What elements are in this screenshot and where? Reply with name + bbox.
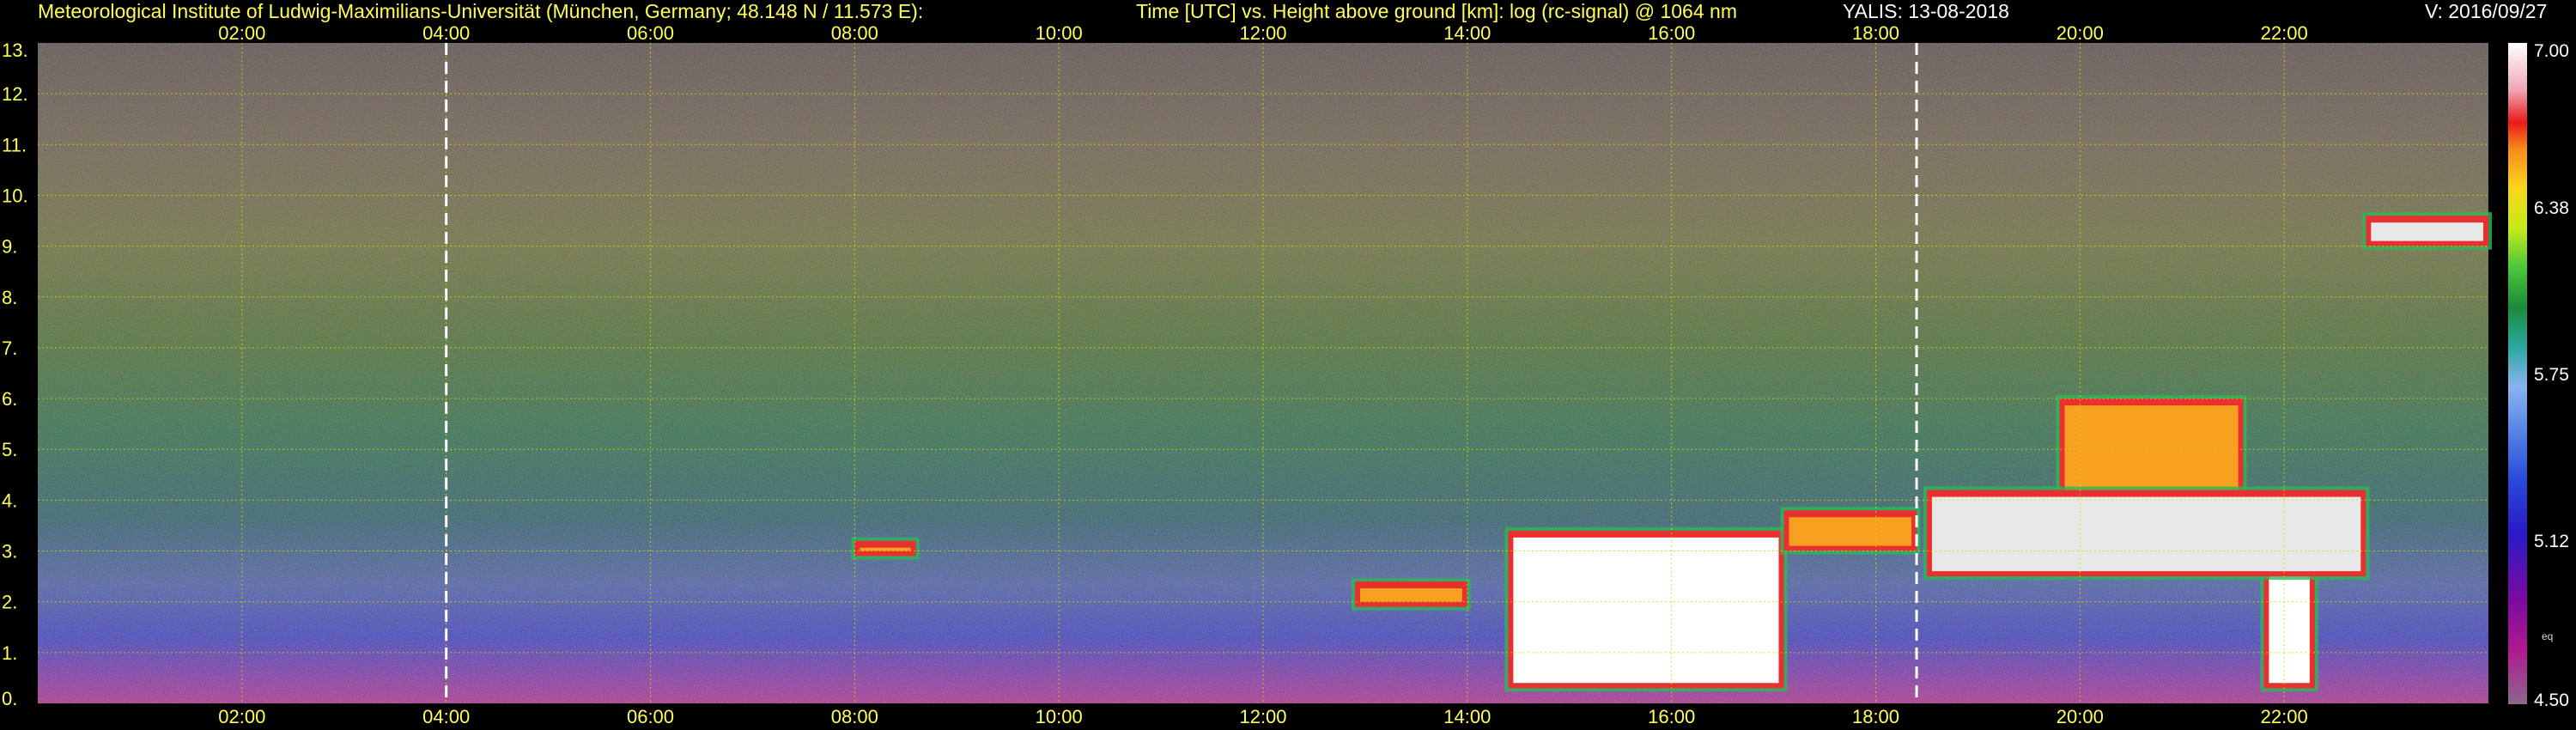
y-tick-label: 3. [2, 541, 17, 563]
plot-area [38, 43, 2492, 703]
x-tick-label-top: 16:00 [1648, 22, 1695, 44]
x-tick-label-bottom: 10:00 [1036, 706, 1083, 727]
x-tick-label-top: 20:00 [2057, 22, 2104, 44]
x-tick-label-bottom: 22:00 [2261, 706, 2308, 727]
x-tick-label-top: 12:00 [1239, 22, 1286, 44]
cloud-feature [860, 547, 911, 551]
y-tick-label: 13. [2, 40, 28, 61]
colorbar-small-label: eq [2542, 630, 2553, 642]
colorbar-tick-label: 7.00 [2534, 41, 2569, 61]
y-tick-label: 11. [2, 134, 27, 155]
x-tick-label-top: 02:00 [218, 22, 265, 44]
y-tick-label: 6. [2, 388, 17, 410]
cloud-feature [1789, 517, 1912, 546]
x-tick-label-bottom: 08:00 [831, 706, 878, 727]
x-tick-label-bottom: 04:00 [422, 706, 470, 727]
x-tick-label-bottom: 02:00 [218, 706, 265, 727]
y-tick-label: 5. [2, 439, 17, 460]
cloud-feature [2064, 405, 2239, 496]
y-tick-label: 7. [2, 338, 17, 359]
lidar-chart: 02:00 04:00 06:00 08:00 10:00 12:00 14:00 16:00… [2, 22, 2569, 727]
x-tick-label-bottom: 14:00 [1443, 706, 1491, 727]
x-tick-label-top: 06:00 [627, 22, 674, 44]
x-tick-label-top: 18:00 [1852, 22, 1899, 44]
x-tick-label-bottom: 06:00 [627, 706, 674, 727]
y-tick-label: 0. [2, 688, 17, 709]
x-tick-label-top: 10:00 [1036, 22, 1083, 44]
cloud-feature [1931, 496, 2361, 572]
cloud-feature [1360, 588, 1462, 602]
y-tick-label: 2. [2, 592, 17, 613]
y-tick-label: 12. [2, 83, 28, 105]
colorbar-tick-label: 6.38 [2534, 198, 2569, 218]
x-tick-label-top: 14:00 [1443, 22, 1491, 44]
colorbar-tick-label: 5.75 [2534, 365, 2569, 385]
y-tick-label: 8. [2, 287, 17, 308]
x-tick-label-bottom: 18:00 [1852, 706, 1899, 727]
colorbar [2508, 43, 2527, 704]
x-tick-label-bottom: 20:00 [2057, 706, 2104, 727]
x-tick-label-top: 04:00 [422, 22, 470, 44]
y-tick-label: 9. [2, 236, 17, 258]
cloud-feature [1513, 537, 1779, 684]
x-tick-label-top: 08:00 [831, 22, 878, 44]
y-tick-label: 4. [2, 490, 17, 511]
y-tick-label: 1. [2, 642, 17, 664]
colorbar-tick-label: 4.50 [2534, 690, 2569, 710]
x-tick-label-bottom: 12:00 [1239, 706, 1286, 727]
x-tick-label-top: 22:00 [2261, 22, 2308, 44]
colorbar-tick-label: 5.12 [2534, 532, 2569, 551]
y-tick-label: 10. [2, 185, 28, 206]
x-tick-label-bottom: 16:00 [1648, 706, 1695, 727]
cloud-feature [2371, 222, 2483, 241]
